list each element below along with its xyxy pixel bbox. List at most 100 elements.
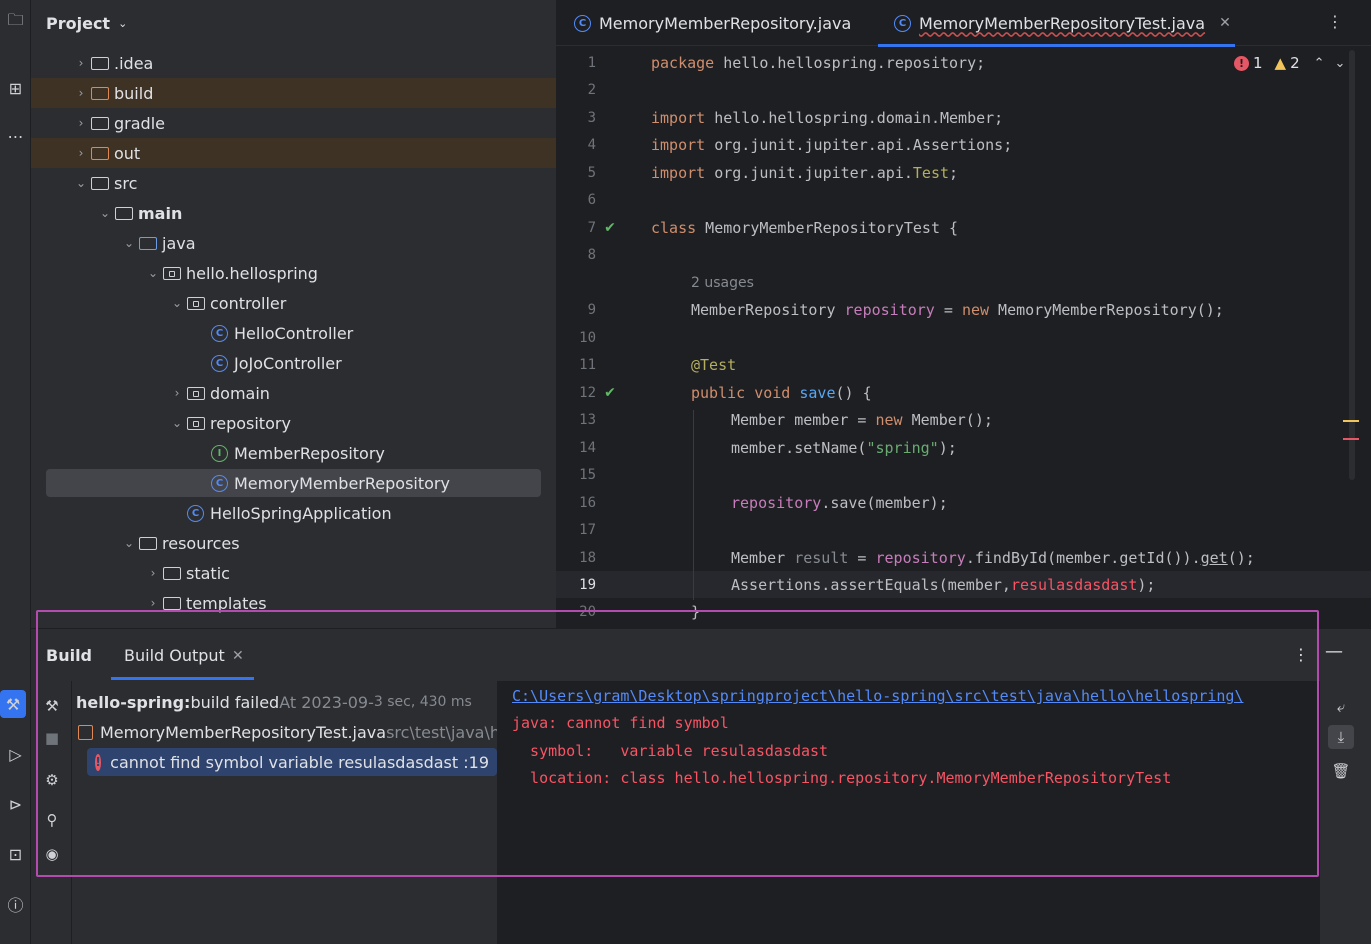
- chevron-down-icon[interactable]: ⌄: [119, 536, 139, 550]
- chevron-down-icon[interactable]: ⌄: [119, 236, 139, 250]
- chevron-down-icon[interactable]: ⌄: [71, 176, 91, 190]
- project-folder-icon[interactable]: 🗀: [0, 8, 31, 36]
- line-number[interactable]: 4: [556, 137, 596, 153]
- line-number[interactable]: 15: [556, 467, 596, 483]
- line-number[interactable]: 1: [556, 55, 596, 71]
- problems-icon[interactable]: ⓘ: [0, 890, 31, 918]
- line-number[interactable]: 3: [556, 110, 596, 126]
- line-number[interactable]: 16: [556, 495, 596, 511]
- tree-item[interactable]: › .idea: [31, 48, 556, 78]
- build-hammer-icon[interactable]: ⚒: [0, 690, 26, 718]
- usages-hint[interactable]: 2 usages: [691, 275, 754, 291]
- line-number[interactable]: 6: [556, 192, 596, 208]
- code-line-18[interactable]: Member result = repository.findById(memb…: [731, 549, 1255, 567]
- code-line-7[interactable]: class MemoryMemberRepositoryTest {: [651, 219, 958, 237]
- warning-stripe-marker[interactable]: [1343, 420, 1359, 422]
- chevron-right-icon[interactable]: ›: [71, 146, 91, 160]
- chevron-right-icon[interactable]: ›: [167, 386, 187, 400]
- rebuild-hammer-icon[interactable]: ⚒: [41, 695, 63, 717]
- code-line-19[interactable]: Assertions.assertEquals(member,resulasda…: [731, 576, 1155, 594]
- terminal-icon[interactable]: ⊡: [0, 840, 31, 868]
- tree-item[interactable]: C HelloController: [31, 318, 556, 348]
- chevron-right-icon[interactable]: ›: [71, 86, 91, 100]
- run-test-method-icon[interactable]: ✔: [601, 384, 619, 402]
- chevron-down-icon[interactable]: ⌄: [167, 416, 187, 430]
- more-options-icon[interactable]: ⋮: [1327, 12, 1343, 31]
- tree-item[interactable]: ⌄ repository: [31, 408, 556, 438]
- tree-item[interactable]: ⌄ java: [31, 228, 556, 258]
- code-line-1[interactable]: package hello.hellospring.repository;: [651, 54, 985, 72]
- code-line-11[interactable]: @Test: [691, 356, 736, 374]
- code-line-12[interactable]: public void save() {: [691, 384, 872, 402]
- line-number[interactable]: 18: [556, 550, 596, 566]
- tree-item[interactable]: › domain: [31, 378, 556, 408]
- line-number[interactable]: 5: [556, 165, 596, 181]
- structure-icon[interactable]: ⊞: [0, 74, 31, 102]
- tree-item[interactable]: › out: [31, 138, 556, 168]
- build-error-node[interactable]: ! cannot find symbol variable resulasdas…: [87, 748, 497, 776]
- tree-item[interactable]: ⌄ controller: [31, 288, 556, 318]
- tab-memory-member-repository[interactable]: C MemoryMemberRepository.java: [574, 10, 851, 36]
- tree-item[interactable]: › gradle: [31, 108, 556, 138]
- line-number[interactable]: 7: [556, 220, 596, 236]
- tree-item[interactable]: › static: [31, 558, 556, 588]
- run-icon[interactable]: ▷: [0, 740, 31, 768]
- build-file-node[interactable]: MemoryMemberRepositoryTest.java src\test…: [78, 718, 497, 746]
- tree-item[interactable]: ⌄ src: [31, 168, 556, 198]
- editor-scrollbar[interactable]: [1349, 50, 1355, 480]
- chevron-down-icon[interactable]: ⌄: [143, 266, 163, 280]
- eye-icon[interactable]: ◉: [41, 843, 63, 865]
- line-number[interactable]: 19: [556, 577, 596, 593]
- chevron-right-icon[interactable]: ›: [143, 566, 163, 580]
- tree-item[interactable]: ⌄ resources: [31, 528, 556, 558]
- line-number[interactable]: 20: [556, 604, 596, 620]
- chevron-down-icon[interactable]: ⌄: [95, 206, 115, 220]
- code-line-9[interactable]: MemberRepository repository = new Memory…: [691, 301, 1224, 319]
- tree-item[interactable]: › build: [31, 78, 556, 108]
- tab-memory-member-repository-test[interactable]: C MemoryMemberRepositoryTest.java ✕: [894, 10, 1231, 36]
- line-number[interactable]: 17: [556, 522, 596, 538]
- line-number[interactable]: 12: [556, 385, 596, 401]
- services-icon[interactable]: ⊳: [0, 790, 31, 818]
- tree-item[interactable]: C HelloSpringApplication: [31, 498, 556, 528]
- line-number[interactable]: 9: [556, 302, 596, 318]
- project-header[interactable]: Project ⌄: [31, 0, 556, 46]
- trash-icon[interactable]: 🗑: [1328, 759, 1354, 783]
- output-file-link[interactable]: C:\Users\gram\Desktop\springproject\hell…: [512, 687, 1244, 705]
- chevron-right-icon[interactable]: ›: [143, 596, 163, 610]
- scroll-to-end-icon[interactable]: ⤓: [1328, 725, 1354, 749]
- line-number[interactable]: 8: [556, 247, 596, 263]
- code-line-5[interactable]: import org.junit.jupiter.api.Test;: [651, 164, 958, 182]
- line-number[interactable]: 11: [556, 357, 596, 373]
- tab-build-output[interactable]: Build Output: [124, 646, 225, 665]
- tree-item[interactable]: ⌄ main: [31, 198, 556, 228]
- line-number[interactable]: 2: [556, 82, 596, 98]
- chevron-right-icon[interactable]: ›: [71, 116, 91, 130]
- inspection-widget[interactable]: ! 1 ▲ 2 ⌃⌄: [1234, 54, 1355, 72]
- build-output-console[interactable]: C:\Users\gram\Desktop\springproject\hell…: [497, 681, 1320, 944]
- tree-item[interactable]: ⌄ hello.hellospring: [31, 258, 556, 288]
- line-number[interactable]: 14: [556, 440, 596, 456]
- run-test-class-icon[interactable]: ✔: [601, 219, 619, 237]
- tree-item[interactable]: C JoJoController: [31, 348, 556, 378]
- line-number[interactable]: 13: [556, 412, 596, 428]
- tree-item[interactable]: › templates: [31, 588, 556, 618]
- chevron-down-icon[interactable]: ⌄: [118, 17, 127, 30]
- stop-icon[interactable]: ■: [41, 727, 63, 749]
- pin-icon[interactable]: ⚲: [41, 809, 63, 831]
- more-options-icon[interactable]: ⋮: [1293, 645, 1309, 664]
- minimize-icon[interactable]: —: [1325, 641, 1343, 662]
- soft-wrap-icon[interactable]: ⤶: [1328, 695, 1354, 719]
- tree-item[interactable]: C MemoryMemberRepository: [31, 468, 556, 498]
- build-root-node[interactable]: hello-spring: build failed At 2023-09- 3…: [76, 688, 472, 716]
- line-number[interactable]: 10: [556, 330, 596, 346]
- tree-item[interactable]: I MemberRepository: [31, 438, 556, 468]
- settings-icon[interactable]: ⚙: [41, 769, 63, 791]
- error-stripe-marker[interactable]: [1343, 438, 1359, 440]
- close-icon[interactable]: ✕: [232, 648, 244, 664]
- more-tools-icon[interactable]: ⋯: [0, 122, 31, 150]
- code-line-16[interactable]: repository.save(member);: [731, 494, 948, 512]
- code-line-20[interactable]: }: [691, 603, 700, 621]
- code-line-4[interactable]: import org.junit.jupiter.api.Assertions;: [651, 136, 1012, 154]
- chevron-right-icon[interactable]: ›: [71, 56, 91, 70]
